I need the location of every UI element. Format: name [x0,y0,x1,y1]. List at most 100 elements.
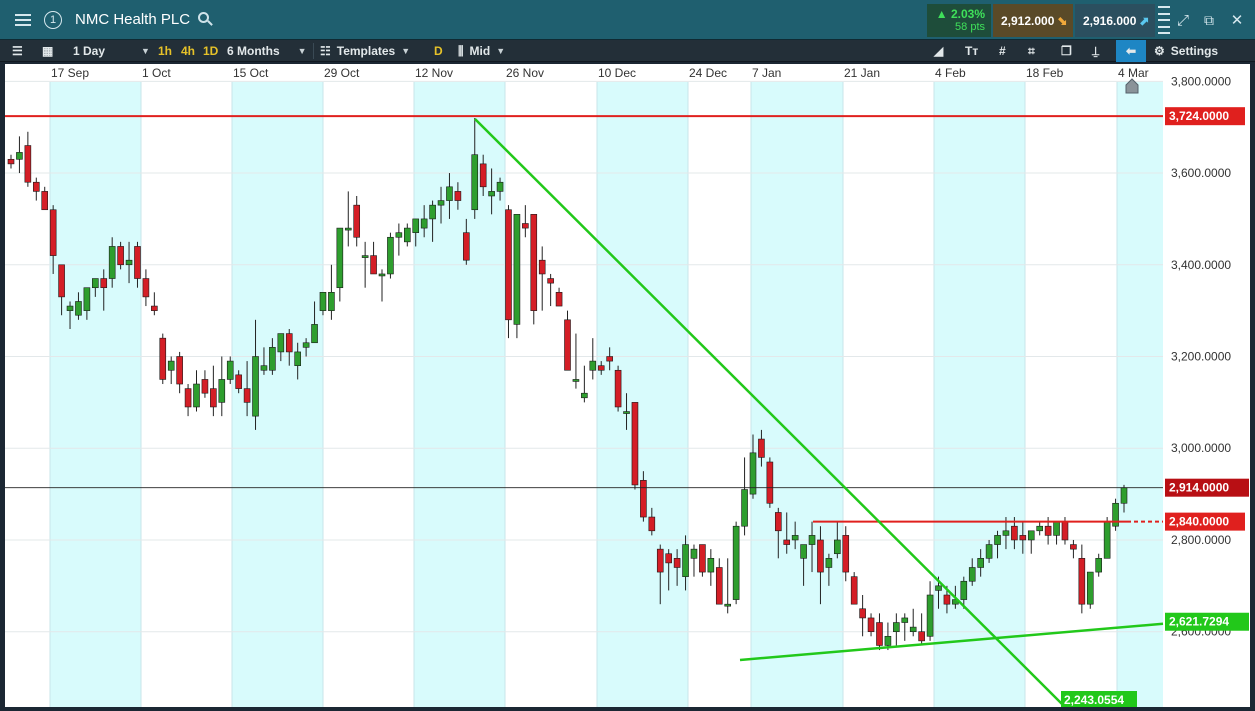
candle-body [774,512,782,532]
date-band [934,82,1025,707]
range-select[interactable]: 6 Months ▼ [227,40,309,62]
d-badge[interactable]: D [434,40,443,62]
indicator-icon[interactable]: ⍊ [1092,40,1108,62]
price-type-select[interactable]: ⫼ Mid ▼ [458,40,524,62]
quick-interval-1d[interactable]: 1D [203,40,218,62]
candle-body [252,356,259,417]
buy-price-button[interactable]: 2,916.000 ⬈ [1075,4,1155,37]
settings-button[interactable]: ⚙ Settings [1154,40,1249,62]
candle-body [302,342,310,348]
x-tick-label: 7 Jan [752,66,781,80]
candle-body [395,232,403,238]
candle-body [648,516,656,532]
candle-body [513,214,521,325]
chart-canvas: 17 Sep 1 Oct 15 Oct 29 Oct 12 Nov 26 Nov 10 De… [5,64,1250,707]
popout-icon[interactable]: ⧉ [1198,0,1220,40]
candle-body [522,223,529,229]
sell-price-button[interactable]: 2,912.000 ⬊ [993,4,1073,37]
candle-body [530,214,538,311]
change-points: 58 pts [955,21,985,33]
candle-body [1002,530,1010,536]
candle-body [572,379,580,382]
candle-body [732,525,740,600]
candle-body [994,535,1001,545]
chevron-down-icon: ▼ [496,46,506,56]
x-tick-label: 24 Dec [689,66,727,80]
candle-body [285,333,293,353]
copy-icon[interactable]: ❐ [1061,40,1079,62]
trendline-tool-icon[interactable]: ◢ [934,40,952,62]
candle-body [690,548,698,559]
settings-label: Settings [1170,44,1219,58]
candle-body [488,191,495,197]
instrument-name[interactable]: NMC Health PLC [75,11,190,28]
candle-body [75,301,82,316]
price-chart[interactable]: 17 Sep 1 Oct 15 Oct 29 Oct 12 Nov 26 Nov 10 De… [5,64,1250,707]
y-tick-label: 3,600.0000 [1171,166,1231,180]
price-type-value: Mid [469,44,491,58]
candle-body [1078,558,1086,605]
date-axis [5,64,1163,82]
candle-body [673,558,681,568]
quick-interval-1h[interactable]: 1h [158,40,172,62]
quick-interval-4h[interactable]: 4h [181,40,195,62]
candle-body [943,594,951,605]
candle-body [614,369,622,408]
candle-body [41,191,49,211]
candle-body [16,152,23,160]
support-price-badge: 2,840.0000 [1169,515,1229,529]
candle-body [597,365,605,371]
candle-body [724,603,732,607]
x-tick-label: 18 Feb [1026,66,1064,80]
candle-body [834,539,841,555]
candle-body [1011,525,1018,541]
chevron-down-icon: ▼ [141,46,150,56]
change-percent: ▲ 2.03% [935,7,985,21]
candle-body [311,324,318,344]
crosshair-icon[interactable]: ⌗ [1028,40,1046,62]
candle-body [159,337,167,380]
templates-menu[interactable]: ☷ Templates ▼ [320,40,416,62]
list-icon[interactable]: ☰ [12,40,28,62]
x-tick-label: 4 Feb [935,66,966,80]
grid-icon[interactable]: # [999,40,1017,62]
candle-body [682,544,689,577]
search-icon[interactable] [198,12,213,27]
candle-body [235,374,242,389]
depth-drag-icon[interactable] [1158,6,1170,34]
candle-body [758,438,765,458]
candle-body [370,255,377,275]
current-price-badge: 2,914.0000 [1169,481,1229,495]
candle-body [142,278,150,298]
candle-body [699,544,706,573]
candle-body [783,539,791,545]
candle-body [117,246,124,266]
interval-select[interactable]: 1 Day ▼ [73,40,153,62]
candle-body [429,204,436,220]
hamburger-menu-icon[interactable] [8,0,38,40]
candle-body [876,622,883,646]
candles-icon: ⫼ [458,43,464,58]
candle-body [766,461,774,504]
date-band [50,82,141,707]
candle-body [926,594,934,637]
candle-body [1019,535,1027,541]
candle-body [319,291,327,311]
label-tool-icon[interactable]: ⬅ [1116,40,1146,62]
x-tick-label: 21 Jan [844,66,880,80]
chevron-down-icon: ▼ [297,46,307,56]
candle-body [269,347,276,371]
candle-body [344,227,352,231]
candle-body [134,246,141,279]
templates-label: Templates [336,44,396,58]
close-icon[interactable]: ✕ [1226,0,1248,40]
candle-body [842,535,850,573]
layout-grid-icon[interactable]: ▦ [42,40,58,62]
expand-icon[interactable]: ⤢ [1172,0,1194,40]
candle-body [167,360,175,371]
candle-body [935,585,942,591]
text-tool-icon[interactable]: Tт [965,40,985,62]
candle-body [151,305,158,311]
candle-body [1061,521,1069,541]
panel-number-badge[interactable]: 1 [43,0,63,40]
